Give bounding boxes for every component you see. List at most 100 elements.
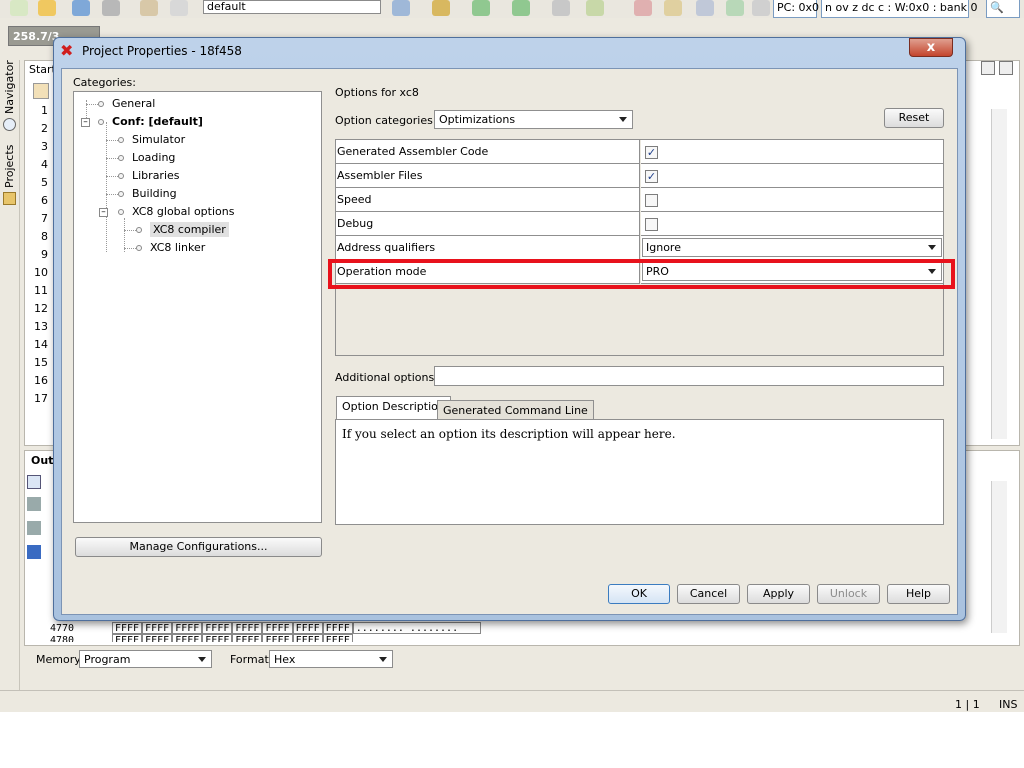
tree-item-loading[interactable]: Loading xyxy=(118,151,175,164)
projects-tab[interactable]: Projects xyxy=(3,145,16,188)
line-number: 9 xyxy=(41,248,48,261)
pause-icon[interactable] xyxy=(664,0,682,16)
build-icon[interactable] xyxy=(432,0,450,16)
memory-select[interactable]: Program xyxy=(79,650,212,668)
categories-tree[interactable]: General – Conf: [default] Simulator Load… xyxy=(73,91,322,523)
download-icon[interactable] xyxy=(472,0,490,16)
node-icon xyxy=(118,137,124,143)
memory-cell[interactable]: FFFF xyxy=(232,622,263,634)
option-categories-select[interactable]: Optimizations xyxy=(434,110,633,129)
generated-assembler-code-checkbox[interactable]: ✓ xyxy=(645,146,658,159)
help-button[interactable]: Help xyxy=(887,584,950,604)
tab-generated-command-line[interactable]: Generated Command Line xyxy=(437,400,594,420)
memory-cell[interactable]: FFFF xyxy=(142,634,173,642)
tree-item-xc8-global-options[interactable]: XC8 global options xyxy=(118,205,234,218)
memory-cell[interactable]: FFFF xyxy=(292,634,323,642)
node-icon xyxy=(118,191,124,197)
save-all-icon[interactable] xyxy=(102,0,120,16)
new-project-icon[interactable] xyxy=(38,0,56,16)
memory-cell[interactable]: FFFF xyxy=(232,634,263,642)
upload-icon[interactable] xyxy=(512,0,530,16)
tree-item-label: Building xyxy=(132,187,177,200)
memory-cell[interactable]: FFFF xyxy=(202,622,233,634)
memory-cell[interactable]: FFFF xyxy=(292,622,323,634)
reset-icon[interactable] xyxy=(696,0,714,16)
close-button[interactable]: x xyxy=(909,38,953,57)
maximize-icon[interactable] xyxy=(999,61,1013,75)
undo-icon[interactable] xyxy=(140,0,158,16)
memory-cell[interactable]: FFFF xyxy=(322,634,353,642)
memory-cell[interactable]: FFFF xyxy=(172,634,203,642)
tree-item-libraries[interactable]: Libraries xyxy=(118,169,180,182)
finish-debug-icon[interactable] xyxy=(634,0,652,16)
collapse-icon[interactable]: – xyxy=(99,208,108,217)
memory-cell[interactable]: FFFF xyxy=(322,622,353,634)
option-row: Debug xyxy=(336,212,943,236)
next-icon[interactable] xyxy=(27,521,41,535)
collapse-icon[interactable]: – xyxy=(81,118,90,127)
read-device-icon[interactable] xyxy=(552,0,570,16)
option-name: Generated Assembler Code xyxy=(336,140,640,164)
set-main-project-icon[interactable] xyxy=(392,0,410,16)
tree-item-general[interactable]: General xyxy=(98,97,155,110)
editor-toolbar-icon[interactable] xyxy=(33,83,49,99)
format-select[interactable]: Hex xyxy=(269,650,393,668)
navigator-tab[interactable]: Navigator xyxy=(3,60,16,114)
tree-item-xc8-linker[interactable]: XC8 linker xyxy=(136,241,205,254)
memory-cell[interactable]: FFFF xyxy=(262,622,293,634)
manage-configurations-button[interactable]: Manage Configurations... xyxy=(75,537,322,557)
address-qualifiers-select[interactable]: Ignore xyxy=(642,238,942,257)
options-grid: Generated Assembler Code ✓ Assembler Fil… xyxy=(335,139,944,356)
memory-cell[interactable]: FFFF xyxy=(172,622,203,634)
previous-icon[interactable] xyxy=(27,497,41,511)
speed-checkbox[interactable] xyxy=(645,194,658,207)
side-tab-strip: Navigator Projects xyxy=(0,60,20,690)
step-icon[interactable] xyxy=(752,0,770,16)
additional-options-input[interactable] xyxy=(434,366,944,386)
option-name: Debug xyxy=(336,212,640,236)
address-qualifiers-value: Ignore xyxy=(646,241,681,254)
reset-button[interactable]: Reset xyxy=(884,108,944,128)
option-name: Address qualifiers xyxy=(336,236,640,260)
dialog-title: Project Properties - 18f458 xyxy=(82,44,242,58)
minimize-icon[interactable] xyxy=(981,61,995,75)
memory-cell[interactable]: FFFF xyxy=(142,622,173,634)
apply-button[interactable]: Apply xyxy=(747,584,810,604)
tree-item-building[interactable]: Building xyxy=(118,187,177,200)
tab-option-description[interactable]: Option Description xyxy=(336,396,451,420)
line-number: 15 xyxy=(34,356,48,369)
editor-tab[interactable]: Start xyxy=(29,63,56,76)
memory-select-value: Program xyxy=(84,653,131,666)
operation-mode-highlight xyxy=(328,259,955,289)
editor-scrollbar[interactable] xyxy=(991,109,1007,439)
tree-item-xc8-compiler[interactable]: XC8 compiler xyxy=(136,222,229,237)
output-scrollbar[interactable] xyxy=(991,481,1007,633)
memory-cell[interactable]: FFFF xyxy=(112,634,143,642)
down-arrow-icon[interactable] xyxy=(27,545,41,559)
output-tab[interactable]: Out xyxy=(31,454,53,467)
option-description-text: If you select an option its description … xyxy=(342,427,676,441)
unlock-button[interactable]: Unlock xyxy=(817,584,880,604)
memory-cell[interactable]: FFFF xyxy=(262,634,293,642)
search-box[interactable]: 🔍 xyxy=(986,0,1020,18)
tree-item-label: XC8 compiler xyxy=(150,222,229,237)
configuration-select[interactable]: default xyxy=(203,0,381,14)
new-file-icon[interactable] xyxy=(10,0,28,16)
debug-checkbox[interactable] xyxy=(645,218,658,231)
zoom-icon[interactable] xyxy=(27,475,41,489)
tree-item-simulator[interactable]: Simulator xyxy=(118,133,185,146)
memory-cell[interactable]: FFFF xyxy=(202,634,233,642)
debug-project-icon[interactable] xyxy=(586,0,604,16)
memory-cell[interactable]: FFFF xyxy=(112,622,143,634)
tree-item-label: Conf: [default] xyxy=(112,115,203,128)
assembler-files-checkbox[interactable]: ✓ xyxy=(645,170,658,183)
continue-icon[interactable] xyxy=(726,0,744,16)
cancel-button[interactable]: Cancel xyxy=(677,584,740,604)
editor-window-controls[interactable] xyxy=(981,61,1017,75)
project-properties-icon: ✖ xyxy=(60,41,74,60)
ok-button[interactable]: OK xyxy=(608,584,670,604)
tree-item-conf[interactable]: Conf: [default] xyxy=(98,115,203,128)
line-number: 17 xyxy=(34,392,48,405)
open-project-icon[interactable] xyxy=(72,0,90,16)
redo-icon[interactable] xyxy=(170,0,188,16)
